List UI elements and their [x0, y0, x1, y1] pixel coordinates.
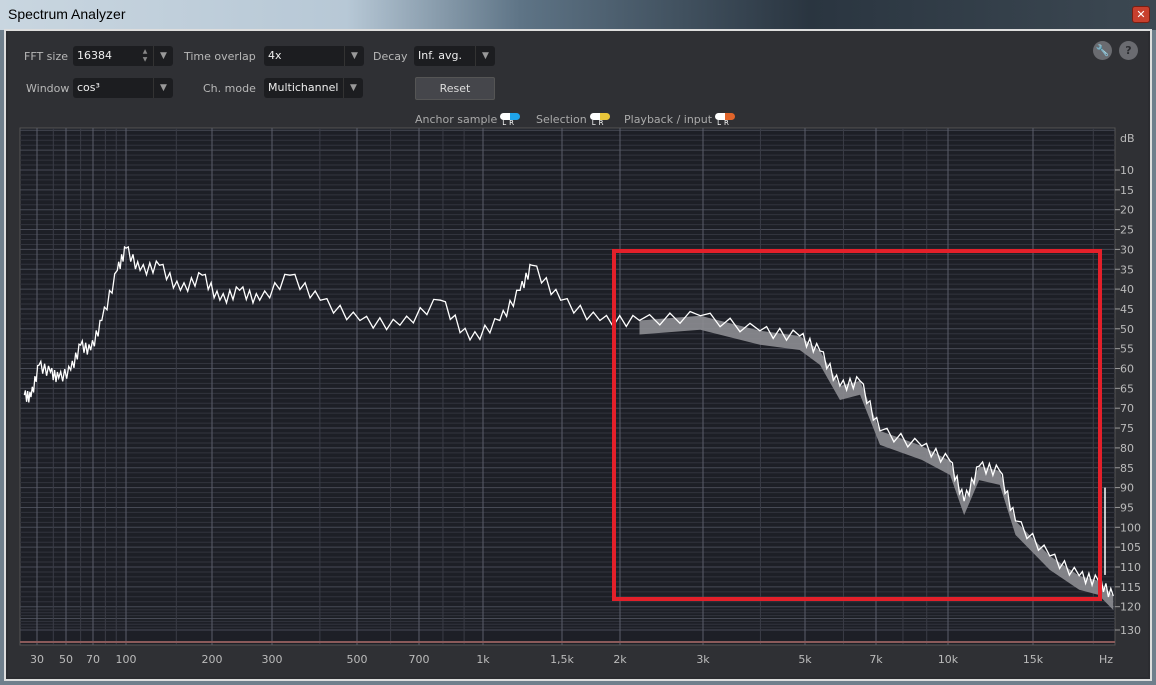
x-tick-label: 50 — [59, 653, 73, 666]
x-tick-label: 10k — [938, 653, 959, 666]
y-tick-label: 110 — [1120, 561, 1141, 574]
y-tick-label: 130 — [1120, 624, 1141, 637]
x-tick-label: 300 — [262, 653, 283, 666]
x-tick-label: 15k — [1023, 653, 1044, 666]
y-tick-label: 40 — [1120, 283, 1134, 296]
y-tick-label: 15 — [1120, 184, 1134, 197]
x-tick-label: 2k — [613, 653, 627, 666]
y-tick-label: 85 — [1120, 462, 1134, 475]
y-tick-label: 90 — [1120, 482, 1134, 495]
x-tick-label: 7k — [869, 653, 883, 666]
x-axis-unit: Hz — [1099, 653, 1113, 666]
x-tick-label: 500 — [347, 653, 368, 666]
y-tick-label: 115 — [1120, 581, 1141, 594]
y-tick-label: 10 — [1120, 164, 1134, 177]
x-tick-label: 70 — [86, 653, 100, 666]
y-tick-label: 20 — [1120, 204, 1134, 217]
y-tick-label: 30 — [1120, 243, 1134, 256]
y-tick-label: 65 — [1120, 382, 1134, 395]
y-tick-label: 25 — [1120, 224, 1134, 237]
y-tick-label: 75 — [1120, 422, 1134, 435]
x-tick-label: 1k — [476, 653, 490, 666]
y-axis-unit: dB — [1120, 132, 1135, 145]
x-tick-label: 3k — [696, 653, 710, 666]
y-tick-label: 105 — [1120, 541, 1141, 554]
y-tick-label: 35 — [1120, 263, 1134, 276]
y-tick-label: 55 — [1120, 343, 1134, 356]
y-tick-label: 50 — [1120, 323, 1134, 336]
highlight-rectangle — [612, 249, 1102, 601]
y-tick-label: 100 — [1120, 521, 1141, 534]
x-tick-label: 200 — [202, 653, 223, 666]
x-tick-label: 1,5k — [550, 653, 574, 666]
y-tick-label: 80 — [1120, 442, 1134, 455]
x-tick-label: 100 — [116, 653, 137, 666]
y-tick-label: 60 — [1120, 363, 1134, 376]
y-tick-label: 120 — [1120, 601, 1141, 614]
y-tick-label: 70 — [1120, 402, 1134, 415]
x-tick-label: 5k — [798, 653, 812, 666]
x-tick-label: 700 — [409, 653, 430, 666]
y-tick-label: 95 — [1120, 501, 1134, 514]
x-tick-label: 30 — [30, 653, 44, 666]
y-tick-label: 45 — [1120, 303, 1134, 316]
